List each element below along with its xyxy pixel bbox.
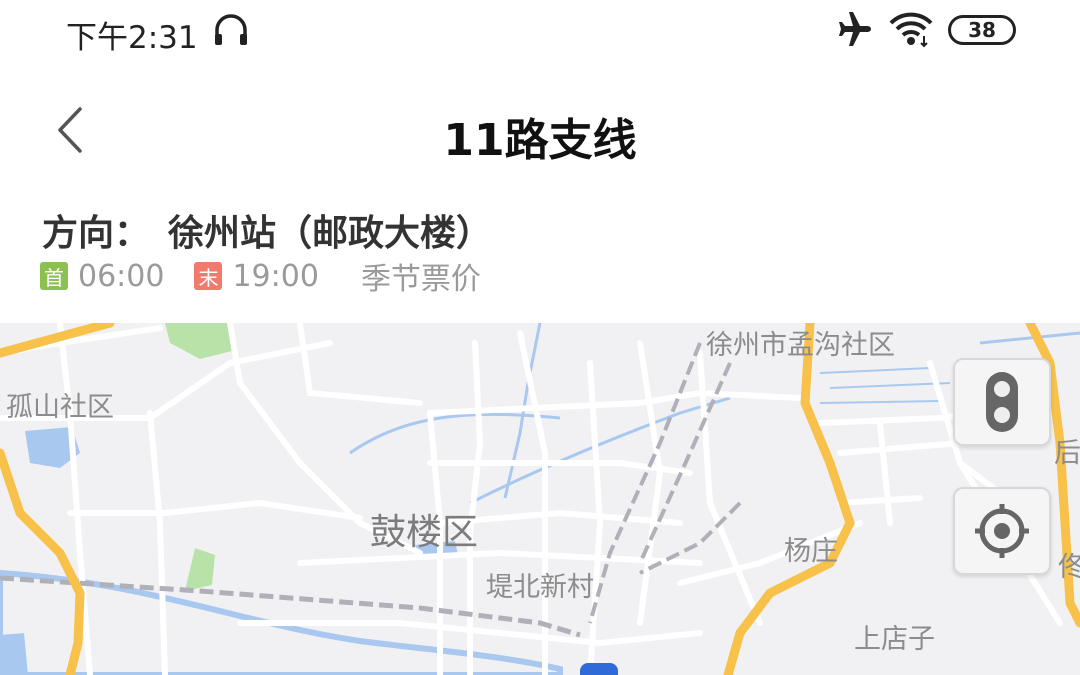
headset-icon bbox=[215, 14, 247, 45]
first-bus-time: 06:00 bbox=[78, 258, 165, 294]
schedule-row: 首 06:00 末 19:00 季节票价 bbox=[40, 254, 481, 298]
battery-icon: 38 bbox=[948, 15, 1016, 45]
page-header: 11路支线 bbox=[0, 80, 1080, 180]
airplane-mode-icon bbox=[839, 12, 871, 46]
locate-icon bbox=[975, 504, 1029, 558]
battery-level: 38 bbox=[968, 18, 996, 42]
traffic-light-icon bbox=[986, 372, 1018, 432]
route-map[interactable]: 徐州市孟沟社区 孤山社区 鼓楼区 堤北新村 杨庄 上店子 后 佟 bbox=[0, 323, 1080, 675]
traffic-toggle-button[interactable] bbox=[953, 358, 1051, 446]
map-label-dibei: 堤北新村 bbox=[486, 572, 594, 603]
last-bus-time: 19:00 bbox=[232, 258, 319, 294]
first-bus-badge: 首 bbox=[40, 262, 68, 290]
map-label-mengou: 徐州市孟沟社区 bbox=[706, 330, 895, 361]
map-label-gushan: 孤山社区 bbox=[6, 392, 114, 423]
locate-button[interactable] bbox=[953, 487, 1051, 575]
direction-label: 方向： bbox=[42, 213, 151, 254]
direction-row: 方向： 徐州站（邮政大楼） bbox=[42, 204, 492, 256]
page-title: 11路支线 bbox=[443, 115, 637, 166]
seasonal-fare-link[interactable]: 季节票价 bbox=[361, 254, 481, 298]
map-label-edge-2: 佟 bbox=[1058, 552, 1080, 583]
direction-value: 徐州站（邮政大楼） bbox=[168, 213, 493, 254]
status-bar: 下午2:31 38 bbox=[0, 0, 1080, 62]
last-bus-badge: 末 bbox=[194, 262, 223, 290]
map-label-yangzhuang: 杨庄 bbox=[784, 536, 838, 567]
map-label-edge-1: 后 bbox=[1054, 438, 1080, 469]
map-label-shangdianzi: 上店子 bbox=[854, 624, 935, 655]
status-time: 下午2:31 bbox=[66, 20, 198, 56]
wifi-icon bbox=[889, 12, 933, 48]
map-label-gulou: 鼓楼区 bbox=[370, 512, 479, 553]
